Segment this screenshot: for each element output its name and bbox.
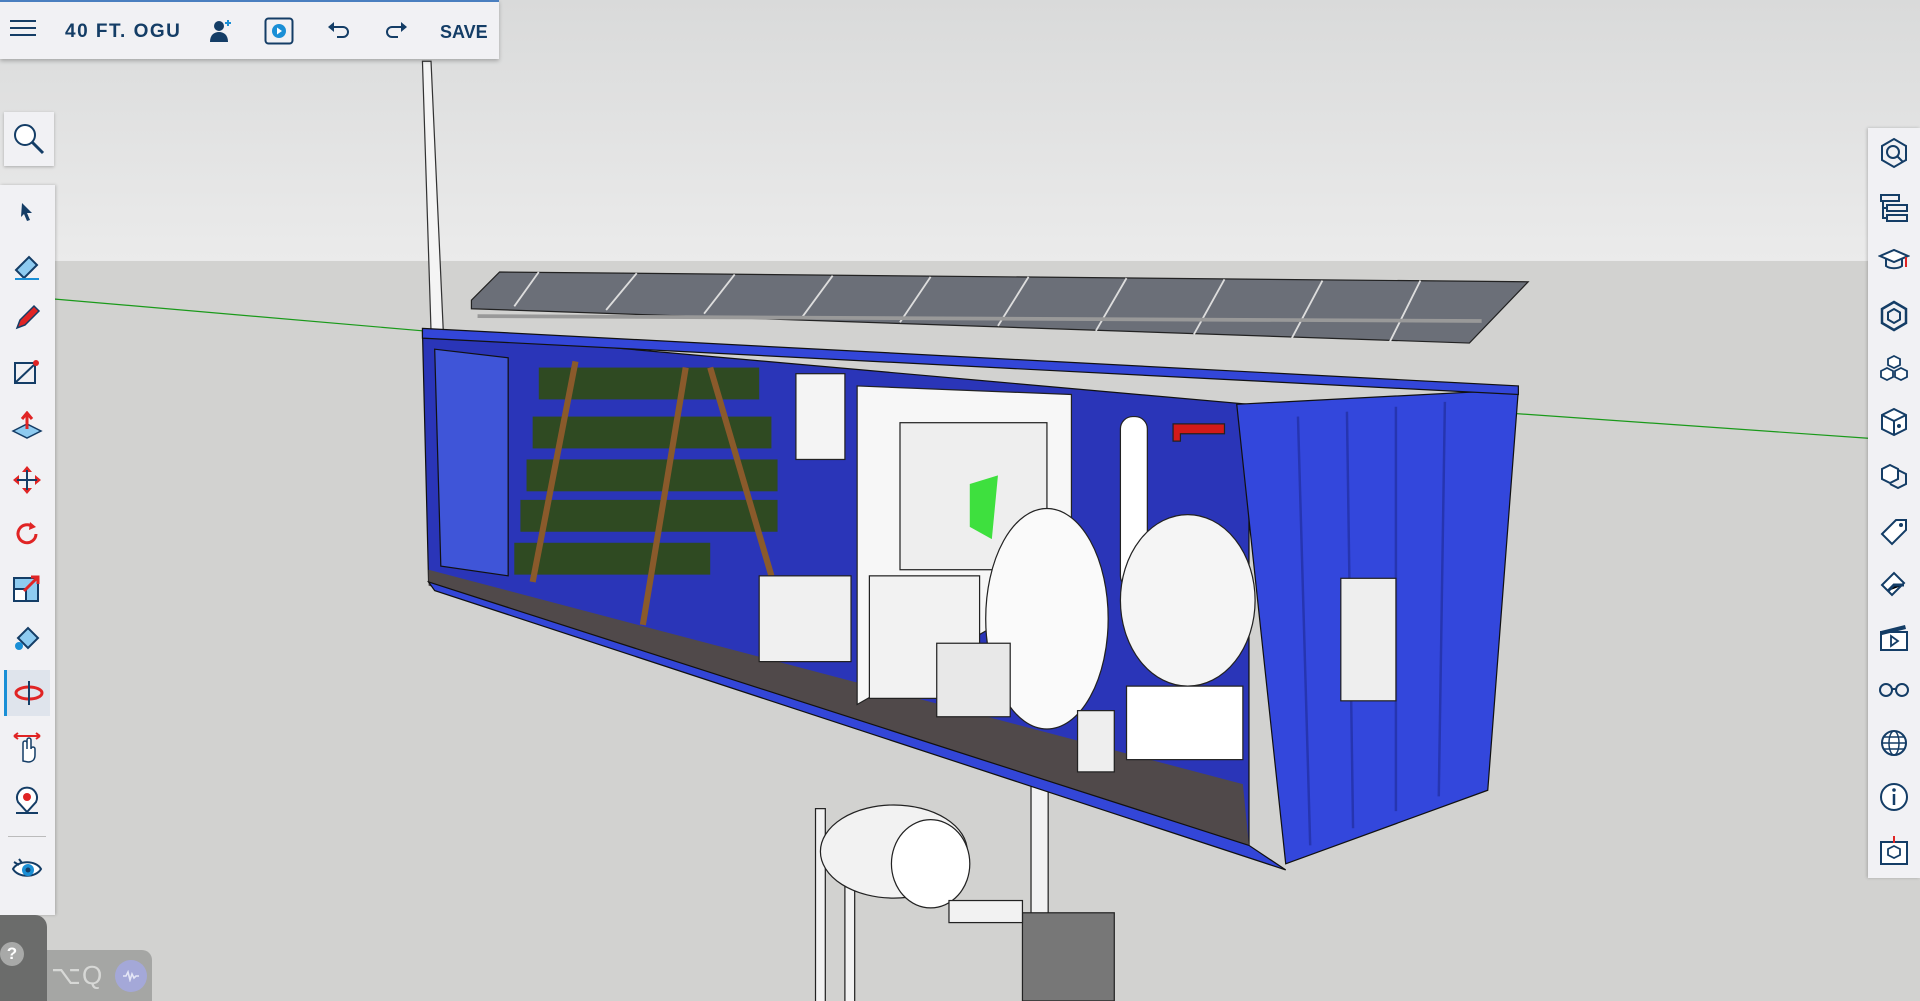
info-icon [1880,783,1908,811]
panel-scenes-3d[interactable] [1874,456,1914,496]
eye-icon [11,858,43,877]
materials-cubes-icon [1880,354,1908,382]
help-button[interactable]: ? [0,942,24,966]
tool-rotate[interactable] [4,511,50,557]
model-title[interactable]: 40 FT. OGU [65,21,181,43]
3d-warehouse-icon [1881,463,1907,490]
panel-solid-inspector[interactable] [1874,830,1914,870]
electrical-panel [1340,577,1397,702]
left-toolbar [0,185,55,915]
panel-outliner[interactable] [1874,188,1914,228]
styles-cube-icon [1881,407,1907,437]
position-camera-icon [16,786,38,814]
pencil-icon [15,304,41,330]
tool-position-camera[interactable] [4,778,50,824]
scale-icon [13,575,40,602]
panel-instructor[interactable] [1874,241,1914,281]
panel-model-info[interactable] [1874,777,1914,817]
add-collaborator-icon[interactable] [206,16,236,46]
outliner-icon [1880,194,1908,222]
tool-eraser[interactable] [4,243,50,289]
clapperboard-icon [1880,625,1908,651]
tag-icon [1880,519,1907,546]
entity-info-icon [1881,137,1907,169]
cursor-icon [21,203,32,221]
search-button[interactable] [4,112,54,166]
glasses-icon [1879,683,1909,697]
panel-scenes[interactable] [1874,617,1914,657]
tool-walk[interactable] [4,846,50,892]
panel-geo-location[interactable] [1874,723,1914,763]
redo-icon[interactable] [381,16,411,46]
tool-select[interactable] [4,189,50,235]
search-shortcut-badge[interactable]: ⌥Q [47,950,152,1001]
help-panel: ? [0,915,47,1001]
save-button[interactable]: SAVE [440,22,488,43]
graduation-cap-icon [1878,248,1910,270]
globe-icon [1881,730,1907,756]
paint-bucket-icon [15,626,40,650]
shortcut-keys: ⌥Q [51,960,104,990]
pan-hand-icon [13,732,41,763]
solid-inspector-icon [1880,836,1908,865]
rotate-icon [16,522,38,545]
undo-icon[interactable] [324,16,354,46]
tool-orbit[interactable] [4,670,50,716]
orbit-icon [14,681,43,705]
tool-line[interactable] [4,349,50,395]
tool-push-pull[interactable] [4,403,50,449]
components-icon [1880,300,1908,332]
top-toolbar: 40 FT. OGU SAVE [0,0,499,59]
tool-paint-bucket[interactable] [4,616,50,662]
panel-tags[interactable] [1874,510,1914,550]
panel-soften-edges[interactable] [1874,563,1914,603]
tool-scale[interactable] [4,565,50,611]
3d-viewport[interactable] [0,0,1920,1001]
eraser-soften-icon [1880,571,1906,597]
present-icon[interactable] [264,16,294,46]
panel-components[interactable] [1874,296,1914,336]
menu-icon[interactable] [10,20,36,40]
panel-styles[interactable] [1874,402,1914,442]
eraser-icon [14,255,39,280]
line-icon [14,360,39,384]
panel-display[interactable] [1874,669,1914,709]
voice-icon[interactable] [115,959,148,992]
tool-move[interactable] [4,457,50,503]
tool-pan[interactable] [4,724,50,770]
panel-entity-info[interactable] [1874,133,1914,173]
tool-pencil[interactable] [4,295,50,341]
container-door [434,348,509,577]
panel-materials[interactable] [1874,349,1914,389]
toolbar-divider [8,836,46,837]
search-icon [14,124,45,155]
right-panel-bar [1868,128,1920,878]
move-icon [13,466,41,494]
push-pull-icon [11,411,43,439]
